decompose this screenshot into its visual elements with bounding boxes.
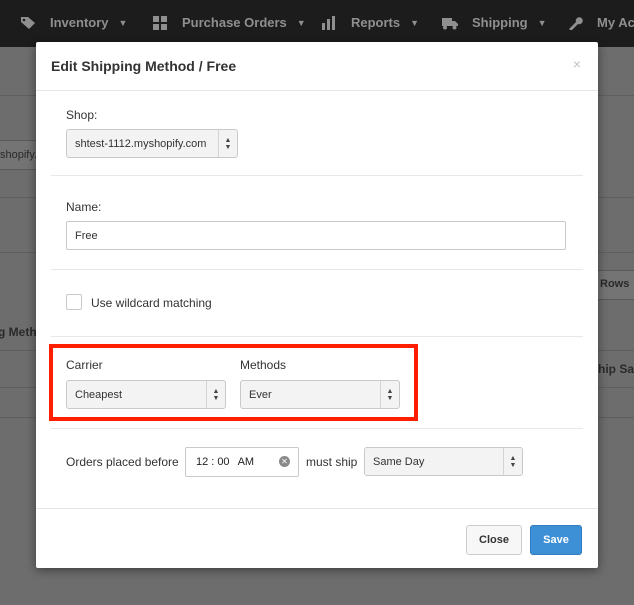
shop-select[interactable]: shtest-1112.myshopify.com ▲ ▼: [66, 129, 238, 158]
close-icon[interactable]: ×: [573, 56, 581, 72]
divider: [51, 269, 583, 270]
save-button[interactable]: Save: [530, 525, 582, 555]
close-button[interactable]: Close: [466, 525, 522, 555]
wildcard-label: Use wildcard matching: [91, 296, 212, 310]
shop-select-value: shtest-1112.myshopify.com: [75, 137, 207, 150]
background-url-fragment: shopify.: [0, 149, 38, 161]
background-heading-fragment: hip Sa: [598, 362, 634, 376]
dialog-footer-divider: [36, 508, 598, 509]
cutoff-time-input[interactable]: 12 : 00 AM ✕: [185, 447, 299, 477]
nav-item-label: Shipping: [472, 15, 528, 30]
orders-placed-before-label: Orders placed before: [66, 455, 179, 469]
divider: [51, 428, 583, 429]
must-ship-select[interactable]: Same Day ▲ ▼: [364, 447, 523, 476]
nav-item-purchase-orders[interactable]: Purchase Orders ▼: [152, 15, 306, 30]
wrench-icon: [569, 16, 583, 30]
select-arrows-icon: ▲ ▼: [218, 130, 237, 157]
divider: [51, 175, 583, 176]
shop-label: Shop:: [66, 108, 98, 122]
bar-chart-icon: [322, 15, 335, 30]
nav-item-label: Purchase Orders: [182, 15, 287, 30]
chevron-down-icon: ▼: [410, 17, 420, 28]
tag-icon: [21, 16, 35, 29]
nav-item-label: My Acc: [597, 15, 634, 30]
name-label: Name:: [66, 200, 102, 214]
background-heading-fragment: g Meth: [0, 325, 37, 339]
methods-select[interactable]: Ever ▲ ▼: [240, 380, 400, 409]
select-arrows-icon: ▲ ▼: [503, 448, 522, 475]
dialog-header: Edit Shipping Method / Free ×: [36, 42, 598, 91]
time-minute[interactable]: 00: [217, 456, 229, 468]
nav-item-shipping[interactable]: Shipping ▼: [442, 15, 547, 30]
methods-select-value: Ever: [249, 388, 272, 401]
time-ampm[interactable]: AM: [238, 456, 255, 468]
nav-item-label: Inventory: [50, 15, 109, 30]
carrier-select[interactable]: Cheapest ▲ ▼: [66, 380, 226, 409]
name-input-value: Free: [75, 229, 98, 242]
methods-label: Methods: [240, 358, 287, 372]
carrier-label: Carrier: [66, 358, 103, 372]
must-ship-select-value: Same Day: [373, 455, 425, 468]
time-separator: :: [211, 456, 215, 468]
chevron-down-icon: ▼: [537, 17, 547, 28]
grid-icon: [153, 15, 167, 30]
dialog-title: Edit Shipping Method / Free: [51, 58, 237, 74]
nav-item-reports[interactable]: Reports ▼: [321, 15, 419, 30]
time-hour[interactable]: 12: [196, 456, 208, 468]
select-arrows-icon: ▲ ▼: [380, 381, 399, 408]
chevron-down-icon: ▼: [296, 17, 306, 28]
select-arrows-icon: ▲ ▼: [206, 381, 225, 408]
wildcard-checkbox[interactable]: [66, 294, 82, 310]
carrier-select-value: Cheapest: [75, 388, 123, 401]
nav-item-inventory[interactable]: Inventory ▼: [20, 15, 127, 30]
must-ship-label: must ship: [306, 455, 358, 469]
name-input[interactable]: Free: [66, 221, 566, 250]
truck-icon: [442, 17, 458, 29]
chevron-down-icon: ▼: [118, 17, 128, 28]
clear-icon[interactable]: ✕: [279, 456, 290, 467]
background-rows-fragment: Rows: [600, 278, 630, 290]
nav-item-label: Reports: [351, 15, 401, 30]
divider: [51, 336, 583, 337]
nav-item-my-account[interactable]: My Acc: [567, 15, 634, 30]
top-navigation: Inventory ▼ Purchase Orders ▼ Reports ▼ …: [0, 0, 634, 47]
edit-shipping-method-dialog: Edit Shipping Method / Free × Shop: shte…: [36, 42, 598, 568]
